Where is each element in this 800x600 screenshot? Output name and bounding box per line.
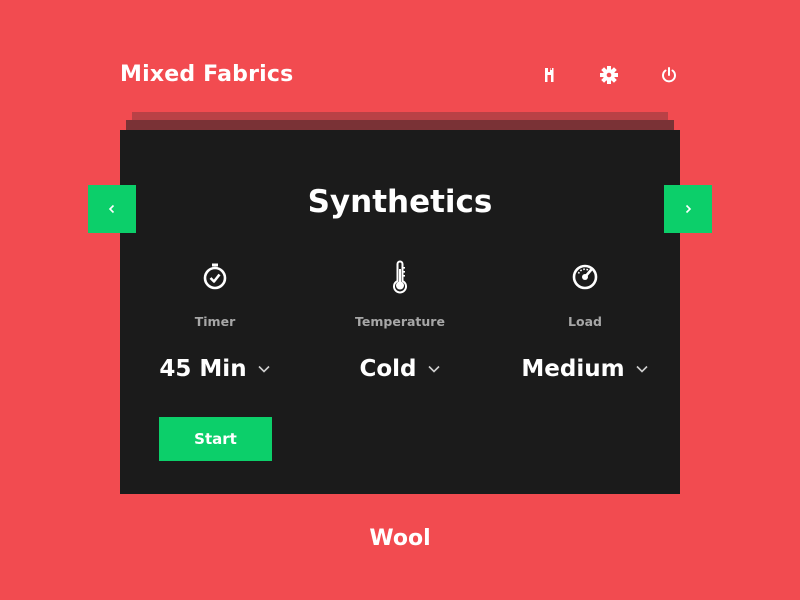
timer-value: 45 Min (159, 356, 247, 382)
header-toolbar (538, 64, 682, 86)
power-icon[interactable] (658, 64, 680, 86)
next-program-label[interactable]: Wool (0, 524, 800, 554)
chevron-down-icon (258, 365, 270, 373)
chevron-right-icon (685, 204, 692, 214)
app-title: Mixed Fabrics (120, 62, 294, 87)
chevron-left-icon (108, 204, 115, 214)
next-program-button[interactable] (664, 185, 712, 233)
program-title: Synthetics (307, 184, 493, 220)
load-dropdown[interactable]: Medium (521, 354, 648, 384)
thermometer-icon (385, 260, 415, 294)
timer-label: Timer (194, 314, 236, 329)
load-label: Load (568, 314, 602, 329)
chevron-down-icon (427, 365, 440, 373)
temperature-label: Temperature (355, 314, 445, 329)
setting-load: Load Medium (492, 260, 678, 384)
gauge-icon (570, 260, 600, 294)
setting-timer: Timer 45 Min (122, 260, 308, 384)
plug-icon[interactable] (538, 64, 560, 86)
gear-icon[interactable] (598, 64, 620, 86)
temperature-dropdown[interactable]: Cold (359, 354, 440, 384)
timer-icon (200, 260, 230, 294)
timer-dropdown[interactable]: 45 Min (159, 354, 270, 384)
chevron-down-icon (636, 365, 648, 373)
temperature-value: Cold (359, 356, 417, 382)
load-value: Medium (521, 356, 625, 382)
previous-program-button[interactable] (88, 185, 136, 233)
setting-temperature: Temperature Cold (307, 260, 493, 384)
start-button[interactable]: Start (159, 417, 272, 461)
program-card: Synthetics Timer 45 Min Temperature Cold… (120, 130, 680, 494)
